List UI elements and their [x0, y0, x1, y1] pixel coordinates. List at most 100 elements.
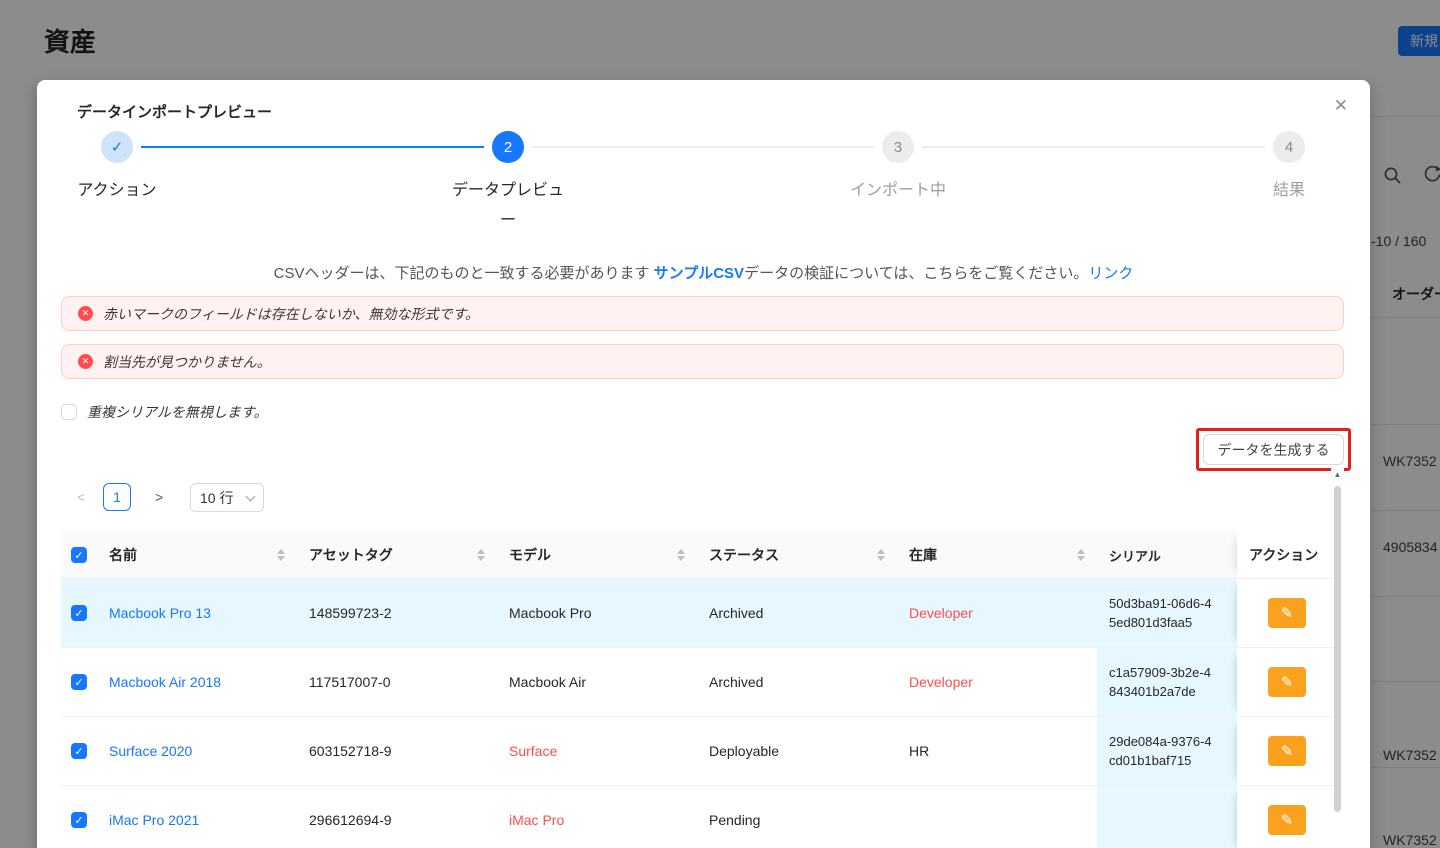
sort-icon	[477, 549, 485, 561]
instruction-text: CSVヘッダーは、下記のものと一致する必要があります	[274, 265, 654, 282]
chevron-down-icon	[246, 491, 256, 501]
row-checkbox-cell: ✓	[61, 579, 97, 648]
header-label: アクション	[1249, 545, 1318, 565]
header-name[interactable]: 名前	[97, 532, 297, 579]
header-stock[interactable]: 在庫	[897, 532, 1097, 579]
header-label: シリアル	[1109, 546, 1161, 565]
serial-line: 5ed801d3faa5	[1109, 613, 1192, 632]
cell-model: Macbook Air	[497, 648, 697, 717]
cell-tag: 117517007-0	[297, 648, 497, 717]
serial-line: cd01b1baf715	[1109, 751, 1191, 770]
cell-tag: 148599723-2	[297, 579, 497, 648]
error-circle-icon: ✕	[78, 354, 93, 369]
prev-page-icon[interactable]: <	[77, 483, 85, 511]
row-checkbox[interactable]: ✓	[71, 812, 87, 828]
cell-action: ✎	[1237, 717, 1337, 786]
cell-action: ✎	[1237, 579, 1337, 648]
table-row: ✓ iMac Pro 2021 296612694-9 iMac Pro Pen…	[61, 786, 1337, 848]
cell-status: Deployable	[697, 717, 897, 786]
header-status[interactable]: ステータス	[697, 532, 897, 579]
sort-icon	[277, 549, 285, 561]
page-number-button[interactable]: 1	[103, 483, 131, 511]
serial-line: 50d3ba91-06d6-4	[1109, 594, 1212, 613]
step-connector	[532, 146, 874, 148]
row-checkbox-cell: ✓	[61, 717, 97, 786]
instruction-text: データの検証については、こちらをご覧ください。	[744, 265, 1088, 282]
row-checkbox-cell: ✓	[61, 786, 97, 848]
asset-name-link[interactable]: iMac Pro 2021	[109, 812, 199, 828]
cell-status: Pending	[697, 786, 897, 848]
header-action: アクション	[1237, 532, 1337, 579]
cell-stock: Developer	[897, 579, 1097, 648]
table-row: ✓ Surface 2020 603152718-9 Surface Deplo…	[61, 717, 1337, 786]
doc-link[interactable]: リンク	[1088, 265, 1133, 282]
cell-serial: 50d3ba91-06d6-45ed801d3faa5	[1097, 579, 1237, 648]
cell-serial	[1097, 786, 1237, 848]
ignore-duplicates-row: 重複シリアルを無視します。	[61, 402, 267, 422]
cell-stock: Developer	[897, 648, 1097, 717]
row-checkbox-cell: ✓	[61, 648, 97, 717]
step-connector	[922, 146, 1265, 148]
pencil-icon: ✎	[1281, 604, 1294, 622]
ignore-duplicates-checkbox[interactable]	[61, 404, 77, 420]
edit-button: ✎	[1268, 667, 1306, 697]
modal-title: データインポートプレビュー	[77, 101, 272, 122]
asset-name-link[interactable]: Surface 2020	[109, 743, 192, 759]
pencil-icon: ✎	[1281, 811, 1294, 829]
cell-status: Archived	[697, 648, 897, 717]
row-checkbox[interactable]: ✓	[71, 743, 87, 759]
page-size-value: 10 行	[200, 488, 233, 508]
next-page-icon[interactable]: >	[155, 483, 163, 511]
error-alert: ✕ 赤いマークのフィールドは存在しないか、無効な形式です。	[61, 296, 1344, 331]
table-body: ✓ Macbook Pro 13 148599723-2 Macbook Pro…	[61, 579, 1337, 848]
scrollbar-thumb[interactable]	[1334, 486, 1341, 812]
step-3-circle: 3	[882, 131, 914, 163]
cell-name: iMac Pro 2021	[97, 786, 297, 848]
header-model[interactable]: モデル	[497, 532, 697, 579]
header-label: モデル	[509, 545, 551, 565]
header-label: 名前	[109, 545, 137, 565]
cell-serial: c1a57909-3b2e-4843401b2a7de	[1097, 648, 1237, 717]
header-asset-tag[interactable]: アセットタグ	[297, 532, 497, 579]
step-4-circle: 4	[1273, 131, 1305, 163]
cell-tag: 603152718-9	[297, 717, 497, 786]
row-checkbox[interactable]: ✓	[71, 605, 87, 621]
cell-model: Macbook Pro	[497, 579, 697, 648]
ignore-duplicates-label: 重複シリアルを無視します。	[87, 402, 267, 422]
sample-csv-link[interactable]: サンプルCSV	[654, 265, 744, 282]
select-all-checkbox[interactable]: ✓	[71, 547, 87, 563]
data-import-preview-modal: データインポートプレビュー ✕ ✓ 2 3 4 アクション データプレビュー イ…	[37, 80, 1370, 848]
pencil-icon: ✎	[1281, 673, 1294, 691]
close-icon[interactable]: ✕	[1334, 96, 1348, 116]
generate-data-button[interactable]: データを生成する	[1203, 434, 1344, 465]
asset-name-link[interactable]: Macbook Pro 13	[109, 605, 211, 621]
asset-name-link[interactable]: Macbook Air 2018	[109, 674, 221, 690]
preview-table: ✓ 名前 アセットタグ モデル ステータス 在庫 シリアル アクション ✓ Ma…	[61, 532, 1337, 848]
edit-button: ✎	[1268, 736, 1306, 766]
highlight-box: データを生成する	[1196, 428, 1351, 471]
cell-name: Macbook Air 2018	[97, 648, 297, 717]
csv-instruction: CSVヘッダーは、下記のものと一致する必要があります サンプルCSVデータの検証…	[37, 262, 1370, 283]
step-2-circle: 2	[492, 131, 524, 163]
table-scrollbar[interactable]: ▲	[1331, 468, 1344, 848]
cell-status: Archived	[697, 579, 897, 648]
serial-line: 843401b2a7de	[1109, 682, 1196, 701]
step-1-check-icon: ✓	[101, 131, 133, 163]
cell-model: iMac Pro	[497, 786, 697, 848]
cell-tag: 296612694-9	[297, 786, 497, 848]
cell-action: ✎	[1237, 786, 1337, 848]
scroll-up-icon[interactable]: ▲	[1331, 468, 1344, 482]
error-circle-icon: ✕	[78, 306, 93, 321]
header-label: ステータス	[709, 545, 779, 565]
row-checkbox[interactable]: ✓	[71, 674, 87, 690]
step-label-importing: インポート中	[850, 176, 946, 206]
step-connector	[141, 146, 484, 148]
step-label-data-preview: データプレビュー	[448, 176, 568, 236]
alert-message: 割当先が見つかりません。	[103, 352, 271, 372]
edit-button: ✎	[1268, 805, 1306, 835]
page-size-select[interactable]: 10 行	[190, 483, 264, 512]
header-checkbox-cell: ✓	[61, 532, 97, 579]
error-alert: ✕ 割当先が見つかりません。	[61, 344, 1344, 379]
screen: 資産 新規 -10 / 160 オーダー WK7352 4905834 WK73…	[0, 0, 1440, 848]
header-serial: シリアル	[1097, 532, 1237, 579]
